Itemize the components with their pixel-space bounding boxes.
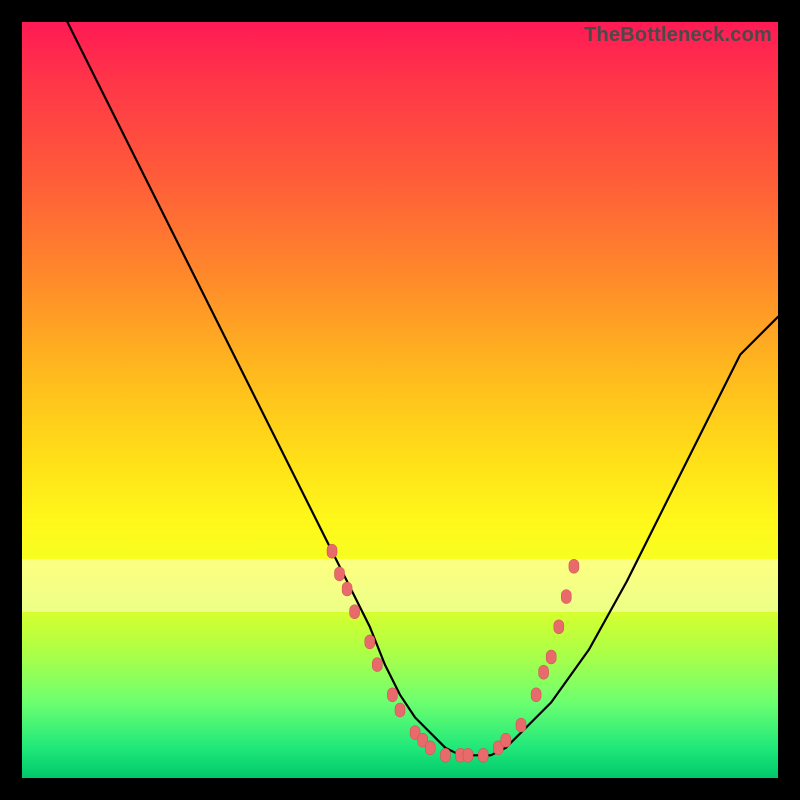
chart-frame: TheBottleneck.com: [22, 22, 778, 778]
curve-marker: [546, 650, 556, 664]
curve-line: [67, 22, 778, 755]
curve-marker: [561, 590, 571, 604]
curve-marker: [350, 605, 360, 619]
curve-marker: [387, 688, 397, 702]
curve-marker: [327, 544, 337, 558]
curve-marker: [440, 748, 450, 762]
curve-marker: [463, 748, 473, 762]
watermark-text: TheBottleneck.com: [584, 24, 772, 47]
curve-marker: [372, 658, 382, 672]
curve-marker: [554, 620, 564, 634]
curve-marker: [569, 559, 579, 573]
curve-markers: [327, 544, 579, 762]
curve-marker: [516, 718, 526, 732]
curve-marker: [539, 665, 549, 679]
curve-marker: [425, 741, 435, 755]
curve-marker: [478, 748, 488, 762]
curve-marker: [395, 703, 405, 717]
curve-marker: [365, 635, 375, 649]
curve-marker: [342, 582, 352, 596]
chart-svg: [22, 22, 778, 778]
curve-marker: [335, 567, 345, 581]
curve-marker: [501, 733, 511, 747]
curve-marker: [531, 688, 541, 702]
